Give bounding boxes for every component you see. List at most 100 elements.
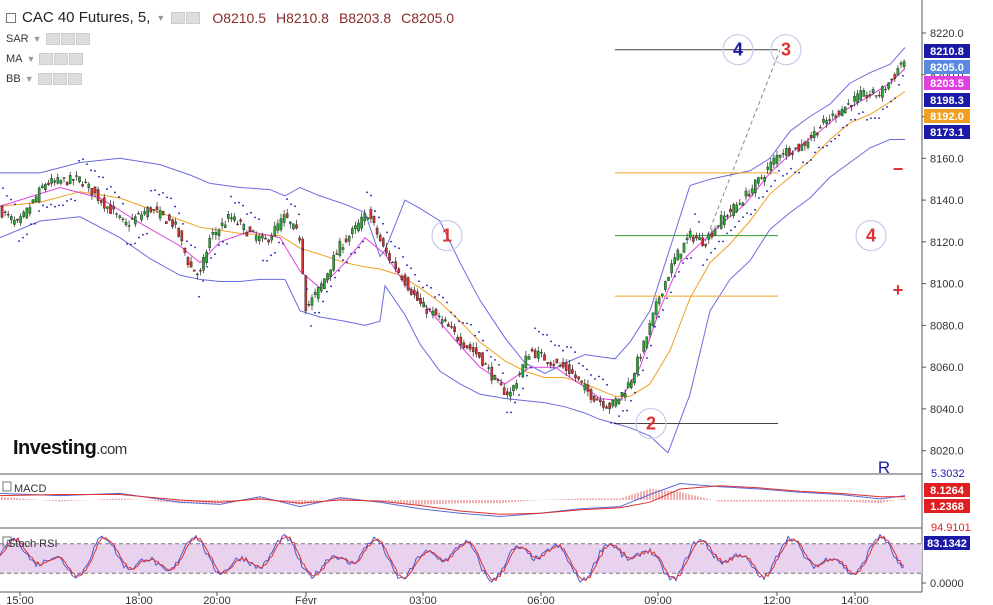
chart-canvas[interactable]: 8220.08200.08180.08160.08140.08120.08100… xyxy=(0,0,993,605)
sar-dot xyxy=(30,223,32,226)
sar-dot xyxy=(478,331,480,333)
chevron-down-icon[interactable]: ▼ xyxy=(25,74,34,84)
candle-body xyxy=(757,177,760,184)
candle-body xyxy=(763,177,766,182)
candle-body xyxy=(326,273,329,281)
candle-body xyxy=(549,362,552,366)
eye-icon[interactable] xyxy=(39,53,54,65)
indicator-bb[interactable]: BB ▼ xyxy=(6,73,82,85)
close-icon[interactable] xyxy=(75,33,90,45)
candle-body xyxy=(50,178,53,184)
collapse-icon[interactable] xyxy=(6,12,16,23)
sar-dot xyxy=(482,339,484,342)
eye-icon[interactable] xyxy=(171,11,186,24)
candle-body xyxy=(394,261,398,270)
candle-body xyxy=(803,142,807,146)
candle-body xyxy=(592,395,596,402)
scale-mode-label: R xyxy=(878,458,890,477)
sar-dot xyxy=(262,259,264,262)
sar-dot xyxy=(138,236,140,239)
sar-dot xyxy=(314,311,316,314)
open-value: O8210.5 xyxy=(212,9,267,26)
gear-icon[interactable] xyxy=(60,33,75,45)
sar-dot xyxy=(350,252,352,255)
indicator-ma[interactable]: MA ▼ xyxy=(6,53,84,65)
candle-body xyxy=(902,61,906,67)
stoch-partial-value: 94.9101 xyxy=(931,522,971,534)
chevron-down-icon[interactable]: ▼ xyxy=(27,54,36,64)
sar-dot xyxy=(42,204,44,207)
sar-dot xyxy=(810,159,812,161)
candle-body xyxy=(747,193,751,197)
candle-body xyxy=(323,278,326,290)
candle-body xyxy=(192,269,196,272)
candle-body xyxy=(78,176,81,183)
close-icon[interactable] xyxy=(69,53,84,65)
chevron-down-icon[interactable]: ▼ xyxy=(156,13,165,23)
sar-dot xyxy=(274,251,276,254)
gear-icon[interactable] xyxy=(186,11,201,24)
gear-icon[interactable] xyxy=(52,73,67,85)
price-badge-text: 8198.3 xyxy=(930,95,964,107)
candle-body xyxy=(121,218,125,220)
y-tick-label: 8100.0 xyxy=(930,279,964,291)
symbol-title[interactable]: CAC 40 Futures, 5, xyxy=(22,9,150,26)
sar-dot xyxy=(530,366,532,369)
candle-body xyxy=(431,310,435,316)
macd-badge-text: 8.1264 xyxy=(930,485,965,497)
sar-dot xyxy=(894,97,896,100)
gear-icon[interactable] xyxy=(54,53,69,65)
candle-body xyxy=(19,216,22,224)
candle-body xyxy=(552,363,556,366)
sar-dot xyxy=(334,276,336,279)
sar-dot xyxy=(658,315,660,318)
candle-body xyxy=(642,340,645,352)
candle-body xyxy=(388,253,391,261)
candle-body xyxy=(716,225,720,227)
candle-body xyxy=(521,364,525,378)
candle-body xyxy=(874,95,878,97)
candle-body xyxy=(623,393,627,398)
sar-dot xyxy=(654,325,656,328)
sar-dot xyxy=(378,216,380,219)
indicator-sar[interactable]: SAR ▼ xyxy=(6,33,90,45)
sar-dot xyxy=(418,280,420,283)
sar-dot xyxy=(278,241,280,244)
candle-body xyxy=(605,406,608,409)
candle-body xyxy=(279,218,283,230)
low-value: B8203.8 xyxy=(338,9,392,26)
sar-dot xyxy=(66,200,68,202)
candle-body xyxy=(791,152,794,155)
sar-dot xyxy=(886,106,888,108)
sar-dot xyxy=(302,248,304,251)
candle-body xyxy=(723,215,726,225)
sar-dot xyxy=(310,325,312,327)
candle-body xyxy=(692,236,695,242)
chevron-down-icon[interactable]: ▼ xyxy=(33,34,42,44)
eye-icon[interactable] xyxy=(37,73,52,85)
sar-dot xyxy=(830,140,832,143)
eye-icon[interactable] xyxy=(45,33,60,45)
close-icon[interactable] xyxy=(67,73,82,85)
candle-body xyxy=(555,358,559,363)
candle-body xyxy=(406,277,410,291)
candle-body xyxy=(422,302,425,308)
sar-dot xyxy=(822,146,824,149)
sar-dot xyxy=(182,222,184,225)
sar-dot xyxy=(238,201,240,204)
candle-body xyxy=(583,383,587,391)
sar-dot xyxy=(34,222,36,225)
sar-dot xyxy=(338,269,340,272)
candle-body xyxy=(347,236,351,242)
sar-dot xyxy=(322,300,324,303)
candle-body xyxy=(127,225,131,227)
candle-body xyxy=(102,197,106,209)
candle-body xyxy=(183,248,187,253)
sar-dot xyxy=(814,151,816,154)
candle-body xyxy=(93,186,97,194)
candle-body xyxy=(595,398,599,401)
sar-dot xyxy=(614,422,616,425)
candle-body xyxy=(645,336,649,348)
sar-dot xyxy=(638,374,640,376)
sar-dot xyxy=(722,240,724,243)
